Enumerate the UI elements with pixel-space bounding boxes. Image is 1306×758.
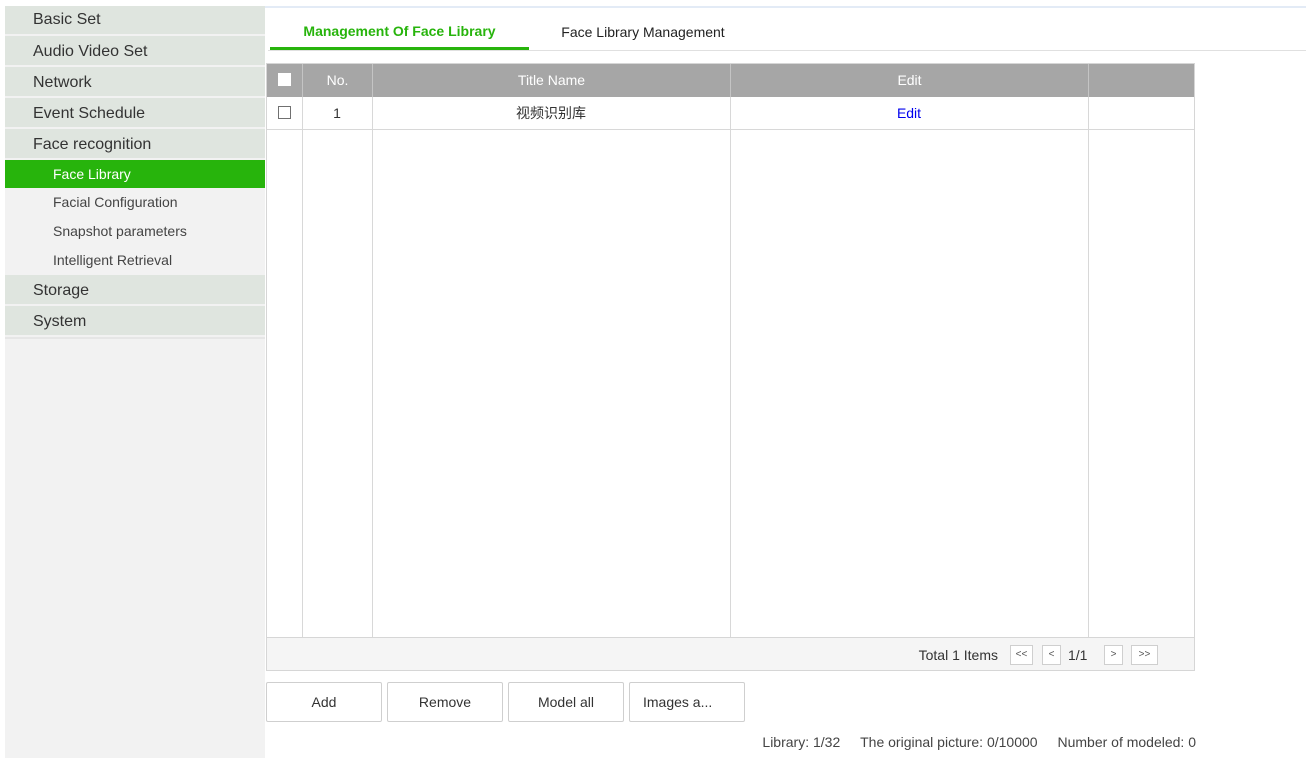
page-indicator: 1/1 xyxy=(1068,647,1088,663)
images-button[interactable]: Images a... xyxy=(629,682,745,722)
next-page-button[interactable]: > xyxy=(1104,645,1123,665)
sidebar-item-event-schedule[interactable]: Event Schedule xyxy=(5,98,265,129)
table-body: 1 视频识别库 Edit xyxy=(267,97,1194,637)
header-edit: Edit xyxy=(730,64,1088,97)
sidebar-item-audio-video-set[interactable]: Audio Video Set xyxy=(5,36,265,67)
row-checkbox-cell xyxy=(267,97,302,129)
sidebar-subitem-intelligent-retrieval[interactable]: Intelligent Retrieval xyxy=(5,246,265,275)
modeled-count: Number of modeled: 0 xyxy=(1057,734,1196,750)
first-page-button[interactable]: << xyxy=(1010,645,1033,665)
sidebar-item-system[interactable]: System xyxy=(5,306,265,337)
column-divider xyxy=(730,97,731,637)
table-header: No. Title Name Edit xyxy=(267,64,1194,97)
face-library-table: No. Title Name Edit 1 视频识别库 Edit Total 1… xyxy=(266,63,1195,671)
table-row[interactable]: 1 视频识别库 Edit xyxy=(267,97,1194,130)
tab-management-of-face-library[interactable]: Management Of Face Library xyxy=(270,14,529,50)
model-all-button[interactable]: Model all xyxy=(508,682,624,722)
row-checkbox[interactable] xyxy=(278,105,291,119)
select-all-checkbox[interactable] xyxy=(278,73,291,87)
column-divider xyxy=(372,97,373,637)
sidebar-item-network[interactable]: Network xyxy=(5,67,265,98)
original-picture-count: The original picture: 0/10000 xyxy=(860,734,1038,750)
sidebar-item-face-recognition[interactable]: Face recognition xyxy=(5,129,265,160)
prev-page-button[interactable]: < xyxy=(1042,645,1061,665)
row-title-name: 视频识别库 xyxy=(516,105,586,121)
total-items: Total 1 Items xyxy=(918,647,998,663)
top-divider xyxy=(265,6,1306,8)
pagination-bar: Total 1 Items << < 1/1 > >> xyxy=(267,637,1194,670)
sidebar-subitem-snapshot-parameters[interactable]: Snapshot parameters xyxy=(5,217,265,246)
remove-button[interactable]: Remove xyxy=(387,682,503,722)
sidebar-subitem-facial-configuration[interactable]: Facial Configuration xyxy=(5,188,265,217)
header-checkbox-cell xyxy=(267,64,302,97)
library-count: Library: 1/32 xyxy=(762,734,841,750)
sidebar-item-storage[interactable]: Storage xyxy=(5,275,265,306)
row-no: 1 xyxy=(333,105,341,121)
sidebar-subitem-face-library[interactable]: Face Library xyxy=(5,160,265,188)
tab-face-library-management[interactable]: Face Library Management xyxy=(536,14,750,49)
column-divider xyxy=(302,97,303,637)
tab-bar: Management Of Face Library Face Library … xyxy=(268,14,1306,51)
add-button[interactable]: Add xyxy=(266,682,382,722)
last-page-button[interactable]: >> xyxy=(1131,645,1158,665)
sidebar-divider xyxy=(5,337,265,339)
sidebar-item-basic-set[interactable]: Basic Set xyxy=(5,6,265,36)
header-empty xyxy=(1088,64,1194,97)
status-line: Library: 1/32 The original picture: 0/10… xyxy=(762,732,1196,752)
edit-link[interactable]: Edit xyxy=(897,105,921,121)
row-empty-cell xyxy=(1088,97,1194,129)
column-divider xyxy=(1088,97,1089,637)
row-edit-cell: Edit xyxy=(730,97,1088,129)
sidebar: Basic Set Audio Video Set Network Event … xyxy=(5,6,265,758)
header-no: No. xyxy=(302,64,372,97)
header-title-name: Title Name xyxy=(372,64,730,97)
